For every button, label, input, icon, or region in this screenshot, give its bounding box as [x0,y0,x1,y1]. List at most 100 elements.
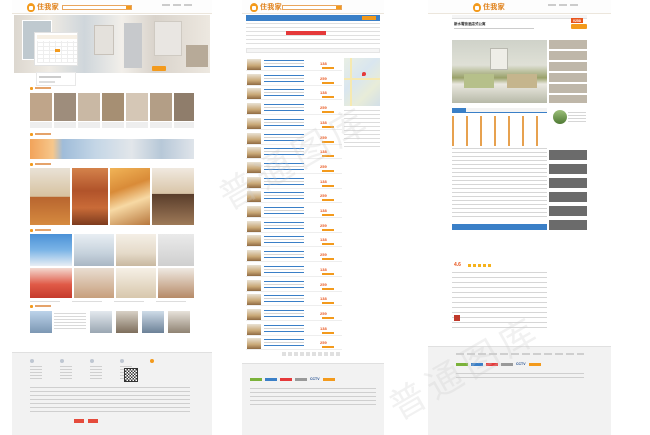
host-photo-1[interactable] [30,311,52,333]
listing-thumb[interactable] [247,279,261,291]
listing-book-button[interactable] [322,287,334,290]
photo-thumbnails[interactable] [549,40,587,103]
listing-row[interactable]: 259 [246,73,342,86]
listing-book-button[interactable] [322,346,334,349]
listing-book-button[interactable] [322,184,334,187]
gallery-photo-1[interactable] [30,234,72,266]
home-logo[interactable]: 住我家 [27,2,59,12]
detail-nav-bar[interactable] [452,15,587,19]
map-pin-icon[interactable] [362,72,366,76]
listing-row[interactable]: 259 [246,220,342,233]
host-photo-5[interactable] [168,311,190,333]
gallery-photo-4[interactable] [158,234,194,266]
listing-row[interactable]: 138 [246,323,342,336]
gallery-photo-5[interactable] [30,268,72,298]
search-icon[interactable] [126,6,131,9]
listing-thumb[interactable] [247,323,261,335]
similar-rooms[interactable] [549,150,587,230]
host-avatar[interactable] [553,110,567,124]
gallery-photo-7[interactable] [116,268,156,298]
listing-row[interactable]: 259 [246,249,342,263]
recommend-photo-2[interactable] [72,168,108,225]
listing-row[interactable]: 259 [246,308,342,321]
listing-thumb[interactable] [247,235,261,247]
listing-book-button[interactable] [322,155,334,158]
listing-book-button[interactable] [322,169,334,172]
listing-thumb[interactable] [247,103,261,115]
sidebar-list[interactable] [344,110,380,150]
gallery-photo-8[interactable] [158,268,194,298]
recommend-photo-3[interactable] [110,168,150,225]
date-picker-panel[interactable] [34,32,78,66]
listing-book-button[interactable] [322,111,334,114]
listing-thumb[interactable] [247,117,261,129]
listing-row[interactable]: 138 [246,293,342,307]
listing-book-button[interactable] [322,272,334,275]
detail-logo[interactable]: 住我家 [473,2,505,12]
listing-thumb[interactable] [247,206,261,217]
host-photo-2[interactable] [90,311,112,333]
listing-thumb[interactable] [247,220,261,232]
sort-bar[interactable] [246,48,380,53]
listing-thumb[interactable] [247,191,261,203]
filter-panel[interactable] [246,23,380,45]
detail-top-links[interactable] [548,4,578,6]
listing-thumb[interactable] [247,88,261,100]
listing-map[interactable] [344,58,380,106]
host-photo-4[interactable] [142,311,164,333]
listing-row[interactable]: 259 [246,102,342,116]
listing-row[interactable]: 138 [246,234,342,248]
listing-book-button[interactable] [322,258,334,261]
listing-row[interactable]: 138 [246,205,342,218]
listing-row[interactable]: 138 [246,87,342,101]
listing-row[interactable]: 138 [246,264,342,277]
listing-nav-bar[interactable] [246,15,380,21]
listing-search-input[interactable] [282,5,342,10]
listing-thumb[interactable] [247,250,261,262]
listing-thumb[interactable] [247,308,261,320]
listing-thumb[interactable] [247,132,261,144]
listing-book-button[interactable] [322,96,334,99]
search-box-panel[interactable] [36,72,76,86]
theme-banner[interactable] [30,139,194,159]
listing-book-button[interactable] [322,331,334,334]
hot-rooms-grid[interactable] [30,93,194,121]
detail-tabs[interactable] [452,108,547,113]
listing-thumb[interactable] [247,294,261,306]
gallery-photo-2[interactable] [74,234,114,266]
listing-book-button[interactable] [322,199,334,202]
book-now-button[interactable] [571,24,587,29]
listing-book-button[interactable] [322,302,334,305]
listing-thumb[interactable] [247,338,261,350]
listing-book-button[interactable] [322,243,334,246]
listing-row[interactable]: 138 [246,146,342,160]
home-top-links[interactable] [162,4,192,6]
listing-book-button[interactable] [322,67,334,69]
listing-book-button[interactable] [322,228,334,231]
listing-thumb[interactable] [247,147,261,159]
home-search-button[interactable] [152,66,166,71]
listing-book-button[interactable] [322,140,334,143]
recommend-photo-4[interactable] [152,168,194,225]
listing-row[interactable]: 259 [246,279,342,292]
listing-logo[interactable]: 住我家 [250,2,282,12]
listing-row[interactable]: 259 [246,161,342,174]
detail-footer-links[interactable] [456,353,584,355]
gallery-photo-6[interactable] [74,268,114,298]
listing-thumb[interactable] [247,176,261,188]
listing-footer-links[interactable] [250,388,376,408]
hot-rooms-grid-2[interactable] [30,122,194,128]
listing-row[interactable]: 259 [246,190,342,204]
listing-book-button[interactable] [322,316,334,319]
listing-book-button[interactable] [322,214,334,216]
pagination[interactable] [282,352,342,356]
listing-row[interactable]: 138 [246,117,342,130]
listing-thumb[interactable] [247,264,261,276]
listing-row[interactable]: 259 [246,337,342,351]
listing-row[interactable]: 138 [246,58,342,71]
listing-book-button[interactable] [322,81,334,84]
gallery-photo-3[interactable] [116,234,156,266]
listing-thumb[interactable] [247,161,261,173]
listing-thumb[interactable] [247,59,261,70]
host-photo-3[interactable] [116,311,138,333]
